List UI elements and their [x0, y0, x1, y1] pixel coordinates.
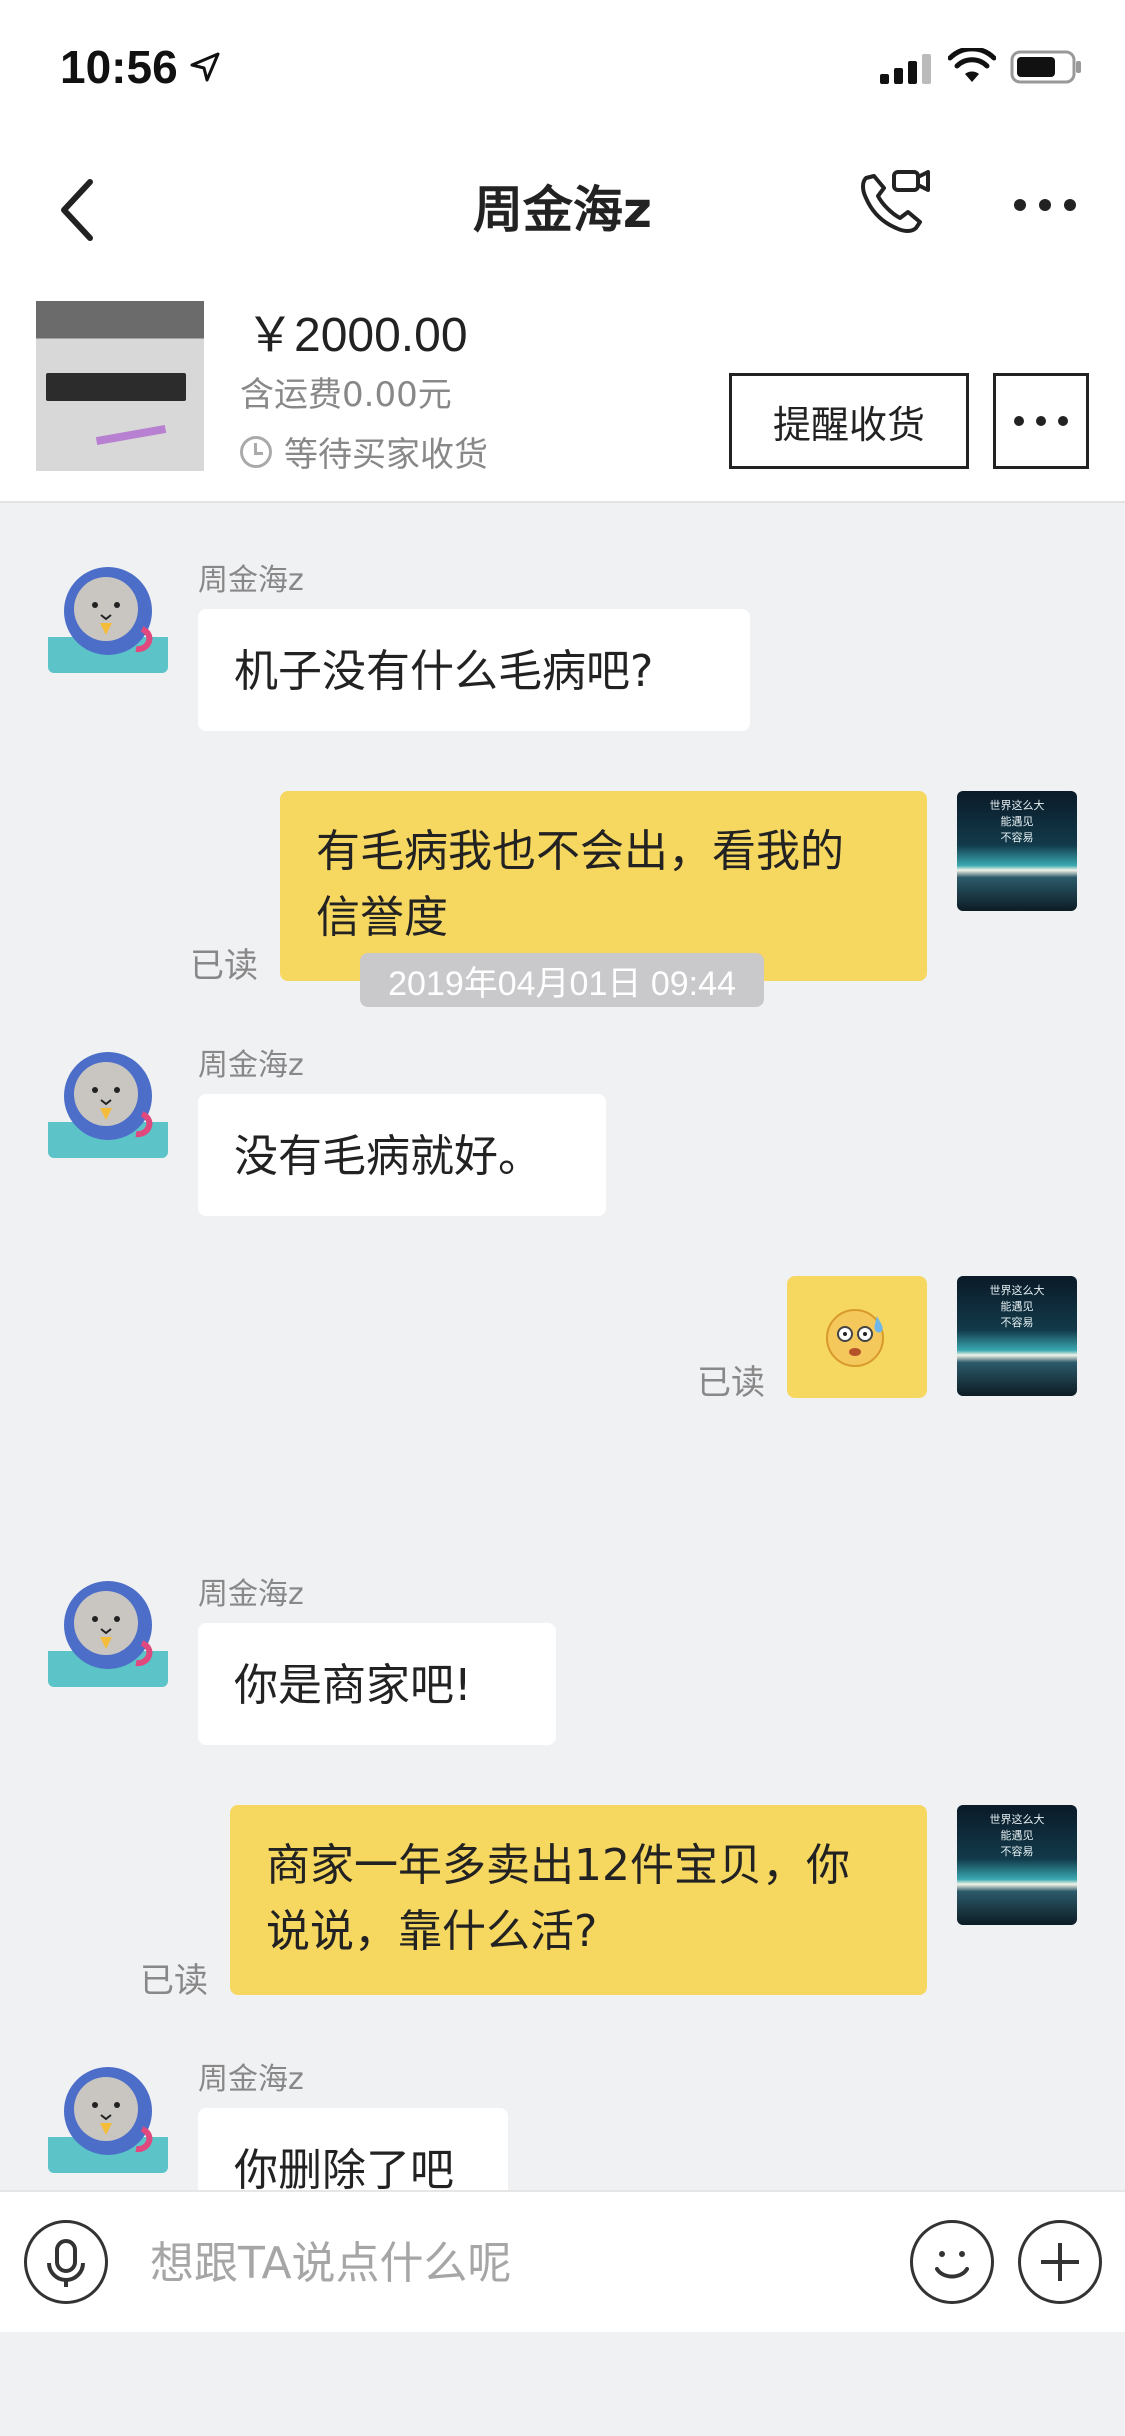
- more-actions-button[interactable]: [1018, 2220, 1102, 2304]
- microphone-icon: [47, 2239, 85, 2287]
- item-thumbnail[interactable]: [36, 301, 204, 471]
- avatar-caption: 不容易: [1000, 1316, 1034, 1329]
- avatar-caption: 不容易: [1000, 1845, 1034, 1858]
- item-status: 等待买家收货: [240, 427, 488, 476]
- contact-avatar[interactable]: [48, 553, 168, 673]
- self-avatar[interactable]: 世界这么大 能遇见 不容易: [957, 1805, 1077, 1925]
- page-title: 周金海z: [472, 181, 653, 239]
- read-receipt: 已读: [140, 1961, 208, 2001]
- self-avatar[interactable]: 世界这么大 能遇见 不容易: [957, 1276, 1077, 1396]
- message-bubble-out[interactable]: [787, 1276, 927, 1398]
- cellular-signal-icon: [880, 54, 931, 84]
- message-line: 有毛病我也不会出，看我的: [316, 826, 844, 877]
- item-info-bar: ￥2000.00 含运费0.00元 等待买家收货 提醒收货: [0, 295, 1125, 503]
- sender-name: 周金海z: [198, 563, 304, 598]
- sender-name: 周金海z: [198, 2062, 304, 2097]
- cat-avatar-icon: [48, 1581, 168, 1687]
- avatar-caption: 世界这么大: [989, 1813, 1045, 1826]
- plus-icon: [1041, 2243, 1079, 2281]
- cat-avatar-icon: [48, 2067, 168, 2173]
- read-receipt: 已读: [190, 946, 258, 986]
- avatar-caption: 能遇见: [1000, 1829, 1034, 1842]
- contact-avatar[interactable]: [48, 2053, 168, 2173]
- clock-icon: [240, 435, 272, 468]
- smiley-icon: [935, 2251, 969, 2279]
- read-receipt: 已读: [697, 1363, 765, 1403]
- message-bubble-in[interactable]: 你删除了吧: [198, 2108, 508, 2190]
- battery-icon: [1010, 50, 1081, 84]
- emoji-button[interactable]: [910, 2220, 994, 2304]
- self-avatar[interactable]: 世界这么大 能遇见 不容易: [957, 791, 1077, 911]
- chat-message-list[interactable]: 周金海z 机子没有什么毛病吧? 世界这么大 能遇见 不容易 有毛病我也不会出，看…: [0, 503, 1125, 2190]
- contact-avatar[interactable]: [48, 1567, 168, 1687]
- more-options-icon[interactable]: [1010, 190, 1080, 220]
- sender-name: 周金海z: [198, 1577, 304, 1612]
- timestamp-divider: 2019年04月01日 09:44: [360, 953, 764, 1007]
- item-status-text: 等待买家收货: [284, 435, 488, 475]
- voice-input-button[interactable]: [24, 2220, 108, 2304]
- item-price: ￥2000.00: [246, 309, 468, 362]
- message-bubble-in[interactable]: 没有毛病就好。: [198, 1094, 606, 1216]
- status-bar: 10:56: [0, 0, 1125, 140]
- sweat-smile-emoji-icon: [826, 1309, 884, 1367]
- message-bubble-in[interactable]: 你是商家吧!: [198, 1623, 556, 1745]
- avatar-caption: 世界这么大: [989, 799, 1045, 812]
- status-time: 10:56: [60, 41, 178, 93]
- cat-avatar-icon: [48, 1052, 168, 1158]
- chat-nav-bar: 周金海z: [0, 140, 1125, 295]
- item-more-button[interactable]: [993, 373, 1089, 469]
- remind-receipt-button[interactable]: 提醒收货: [729, 373, 969, 469]
- home-indicator-area: [0, 2332, 1125, 2436]
- location-arrow-icon: [190, 52, 220, 82]
- wifi-icon: [948, 48, 996, 82]
- message-input[interactable]: [150, 2232, 870, 2294]
- item-shipping: 含运费0.00元: [240, 375, 452, 415]
- contact-avatar[interactable]: [48, 1038, 168, 1158]
- phone-video-call-icon[interactable]: [852, 162, 932, 242]
- avatar-caption: 不容易: [1000, 831, 1034, 844]
- more-dots-icon: [1014, 416, 1068, 426]
- sender-name: 周金海z: [198, 1048, 304, 1083]
- avatar-caption: 世界这么大: [989, 1284, 1045, 1297]
- avatar-caption: 能遇见: [1000, 1300, 1034, 1313]
- message-line: 商家一年多卖出12件宝贝，你: [266, 1840, 850, 1891]
- message-input-bar: [0, 2190, 1125, 2332]
- cat-avatar-icon: [48, 567, 168, 673]
- message-line: 信誉度: [316, 892, 448, 943]
- avatar-caption: 能遇见: [1000, 815, 1034, 828]
- message-bubble-out[interactable]: 商家一年多卖出12件宝贝，你 说说，靠什么活?: [230, 1805, 927, 1995]
- message-line: 说说，靠什么活?: [266, 1906, 598, 1957]
- message-bubble-in[interactable]: 机子没有什么毛病吧?: [198, 609, 750, 731]
